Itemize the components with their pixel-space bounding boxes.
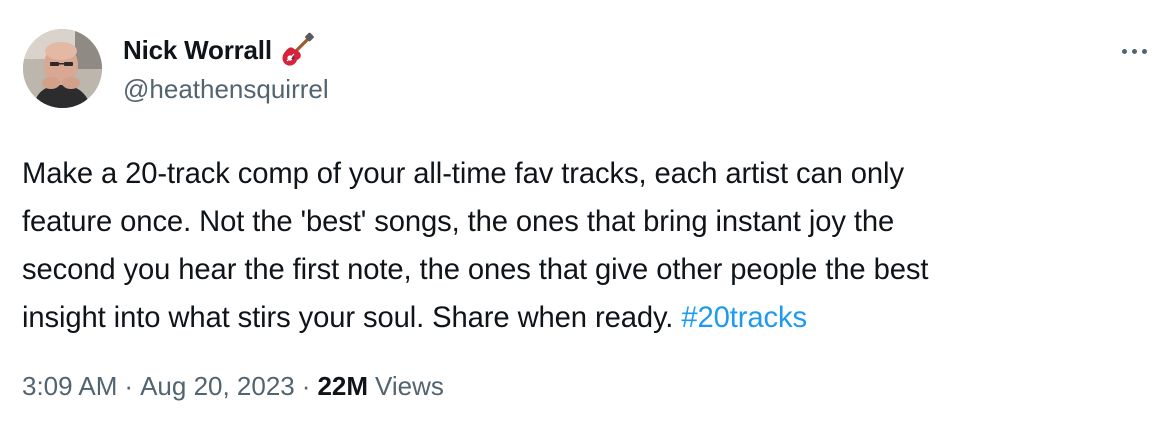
tweet-text-line: Make a 20-track comp of your all-time fa…	[22, 158, 904, 190]
tweet-date[interactable]: Aug 20, 2023	[140, 371, 295, 402]
guitar-icon	[279, 32, 315, 68]
tweet-text: Make a 20-track comp of your all-time fa…	[22, 150, 1152, 342]
more-horizontal-icon[interactable]	[1116, 40, 1152, 62]
tweet-meta: 3:09 AM · Aug 20, 2023 · 22M Views	[22, 371, 444, 402]
tweet-text-line: feature once. Not the 'best' songs, the …	[22, 206, 895, 238]
tweet-time[interactable]: 3:09 AM	[22, 371, 117, 402]
meta-separator: ·	[124, 371, 134, 401]
author-name[interactable]: Nick Worrall	[123, 30, 315, 70]
author-display-name: Nick Worrall	[123, 34, 272, 65]
views-label: Views	[375, 371, 444, 401]
more-dot	[1141, 48, 1147, 54]
more-dot	[1131, 48, 1137, 54]
avatar-image	[23, 29, 102, 108]
tweet-text-fragment: insight into what stirs your soul. Share…	[22, 302, 682, 334]
avatar[interactable]	[23, 29, 102, 108]
tweet-text-line-last: insight into what stirs your soul. Share…	[22, 294, 1152, 342]
tweet-text-line: second you hear the first note, the ones…	[22, 254, 929, 286]
more-dot	[1121, 48, 1127, 54]
hashtag-link[interactable]: #20tracks	[681, 302, 807, 334]
views-count: 22M	[317, 371, 369, 401]
author-handle[interactable]: @heathensquirrel	[123, 74, 329, 105]
meta-separator: ·	[301, 371, 311, 401]
tweet-card: Nick Worrall @heathensquirrel Make a 20-…	[0, 0, 1174, 440]
